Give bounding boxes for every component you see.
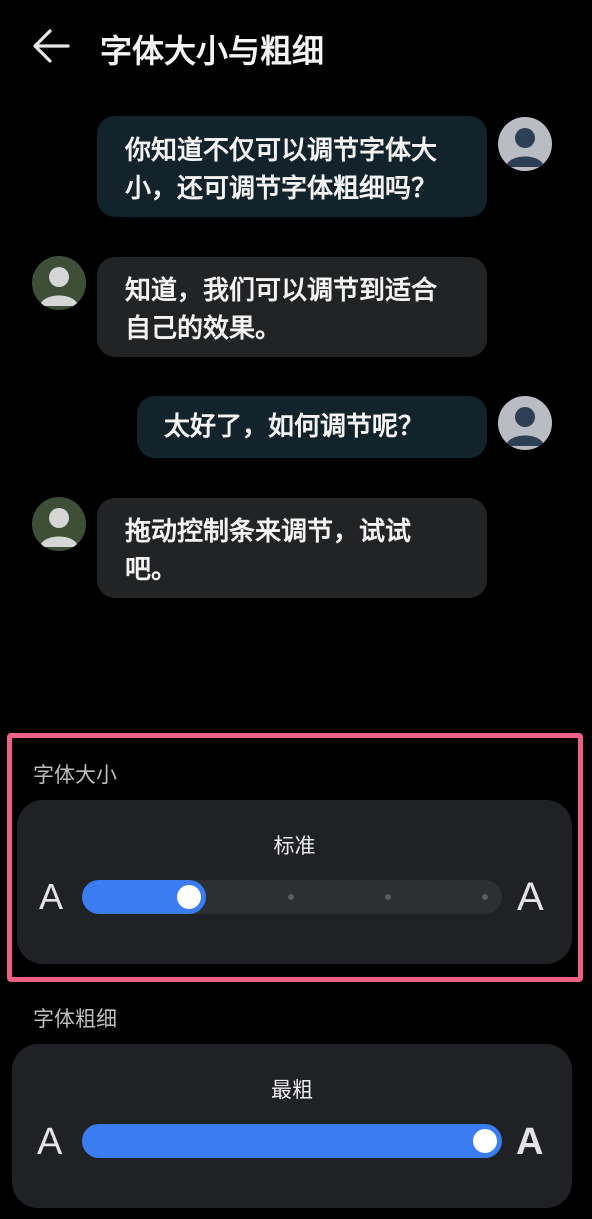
chat-bubble-line: 小，还可调节字体粗细吗？ <box>125 174 438 204</box>
font-weight-label: 字体粗细 <box>33 1007 117 1031</box>
person-avatar-icon <box>506 128 544 167</box>
font-size-label: 字体大小 <box>33 763 117 787</box>
back-button[interactable] <box>28 24 76 68</box>
chat-bubble-line: 知道，我们可以调节到适合 <box>125 276 438 306</box>
font-weight-card: 最粗 A A <box>12 1044 572 1208</box>
chat-bubble: 拖动控制条来调节，试试 吧。 <box>97 498 487 598</box>
font-weight-slider-thumb[interactable] <box>473 1129 497 1153</box>
chat-bubble-line: 太好了，如何调节呢？ <box>164 412 425 442</box>
person-avatar-icon <box>40 508 78 547</box>
chat-message-incoming: 拖动控制条来调节，试试 吧。 <box>0 497 592 599</box>
chat-message-outgoing: 你知道不仅可以调节字体大 小，还可调节字体粗细吗？ <box>0 116 592 218</box>
font-weight-value: 最粗 <box>271 1078 313 1102</box>
header-bar: 字体大小与粗细 <box>0 0 592 92</box>
chat-message-incoming: 知道，我们可以调节到适合 自己的效果。 <box>0 256 592 358</box>
font-size-slider-tick <box>385 894 391 900</box>
chat-bubble: 知道，我们可以调节到适合 自己的效果。 <box>97 257 487 357</box>
font-size-small-glyph: A <box>39 876 64 917</box>
chat-message-outgoing: 太好了，如何调节呢？ <box>0 396 592 460</box>
font-size-large-glyph: A <box>517 875 544 919</box>
arrow-left-icon <box>33 29 70 63</box>
chat-bubble: 太好了，如何调节呢？ <box>137 396 487 458</box>
person-avatar-icon <box>506 407 544 446</box>
font-weight-slider[interactable] <box>82 1124 502 1158</box>
font-size-slider[interactable] <box>82 880 502 914</box>
contact-avatar <box>32 497 86 551</box>
font-size-slider-thumb[interactable] <box>176 885 201 909</box>
user-avatar <box>498 117 552 171</box>
page-title: 字体大小与粗细 <box>100 32 325 70</box>
chat-bubble: 你知道不仅可以调节字体大 小，还可调节字体粗细吗？ <box>97 116 487 217</box>
font-weight-bold-glyph: A <box>516 1121 544 1163</box>
chat-bubble-line: 你知道不仅可以调节字体大 <box>125 136 438 166</box>
font-weight-thin-glyph: A <box>37 1121 63 1163</box>
person-avatar-icon <box>40 267 78 306</box>
chat-bubble-line: 拖动控制条来调节，试试 <box>125 517 412 547</box>
chat-bubble-line: 自己的效果。 <box>125 314 282 344</box>
font-size-value: 标准 <box>273 834 316 858</box>
user-avatar <box>498 396 552 450</box>
contact-avatar <box>32 256 86 310</box>
font-size-slider-tick <box>482 894 488 900</box>
font-size-card: 标准 A A <box>17 800 572 964</box>
chat-bubble-line: 吧。 <box>125 555 178 585</box>
font-weight-slider-fill <box>82 1124 502 1158</box>
font-size-slider-tick <box>288 894 294 900</box>
